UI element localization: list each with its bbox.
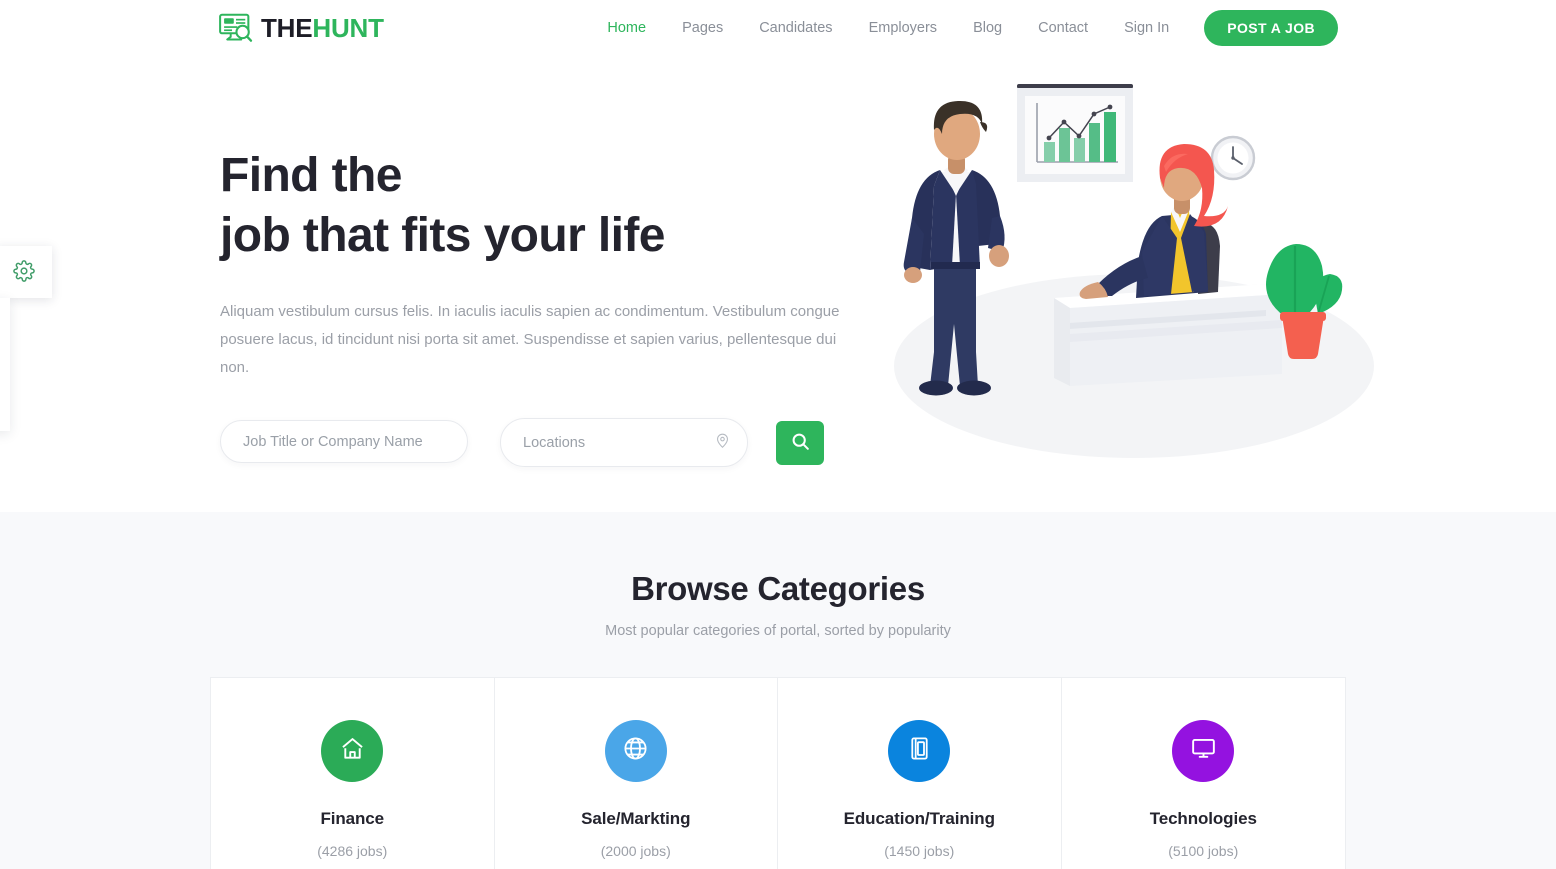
category-job-count: (4286 jobs) xyxy=(317,843,388,859)
job-title-field[interactable] xyxy=(220,420,468,464)
location-field[interactable] xyxy=(500,418,748,468)
gear-icon xyxy=(13,259,35,285)
page-root: THEHUNT Home Pages Candidates Employers … xyxy=(0,0,1556,869)
hero-content: Find the job that fits your life Aliquam… xyxy=(220,146,880,468)
job-search-form xyxy=(220,418,880,468)
globe-icon xyxy=(622,735,649,767)
hero-section: Find the job that fits your life Aliquam… xyxy=(0,56,1556,512)
main-navigation: Home Pages Candidates Employers Blog Con… xyxy=(589,10,1338,46)
nav-item-contact[interactable]: Contact xyxy=(1020,15,1106,42)
category-name: Technologies xyxy=(1149,809,1257,828)
hero-title: Find the job that fits your life xyxy=(220,146,880,266)
category-card-finance[interactable]: Finance (4286 jobs) xyxy=(211,678,495,869)
brand-logo[interactable]: THEHUNT xyxy=(218,13,384,43)
category-name: Sale/Markting xyxy=(581,809,691,828)
category-card-technologies[interactable]: Technologies (5100 jobs) xyxy=(1061,678,1345,869)
location-input[interactable] xyxy=(523,434,707,451)
job-title-input[interactable] xyxy=(243,433,445,450)
category-icon-circle xyxy=(888,720,951,782)
category-card-education-training[interactable]: Education/Training (1450 jobs) xyxy=(778,678,1062,869)
category-job-count: (1450 jobs) xyxy=(884,843,955,859)
hero-illustration xyxy=(886,66,1386,466)
search-submit-button[interactable] xyxy=(776,421,824,466)
header-container: THEHUNT Home Pages Candidates Employers … xyxy=(218,0,1338,56)
hero-title-line-1: Find the xyxy=(220,149,402,202)
category-job-count: (2000 jobs) xyxy=(600,843,671,859)
settings-toggle-button[interactable] xyxy=(0,246,52,298)
nav-item-home[interactable]: Home xyxy=(589,15,664,42)
categories-subtitle: Most popular categories of portal, sorte… xyxy=(605,623,951,639)
nav-item-pages[interactable]: Pages xyxy=(664,15,741,42)
settings-side-widget xyxy=(0,246,52,431)
job-search-logo-icon xyxy=(218,13,254,43)
brand-wordmark: THEHUNT xyxy=(261,15,384,41)
hero-description: Aliquam vestibulum cursus felis. In iacu… xyxy=(220,303,840,376)
category-icon-circle xyxy=(321,720,384,782)
hero-container: Find the job that fits your life Aliquam… xyxy=(218,56,1374,512)
category-icon-circle xyxy=(604,720,667,782)
book-icon xyxy=(906,735,933,767)
brand-text-hunt: HUNT xyxy=(312,13,384,43)
monitor-icon xyxy=(1190,735,1217,767)
category-name: Finance xyxy=(320,809,385,828)
browse-categories-section: Browse Categories Most popular categorie… xyxy=(0,512,1556,869)
category-icon-circle xyxy=(1172,720,1235,782)
categories-grid: Finance (4286 jobs) Sale/Markting (2000 … xyxy=(210,677,1346,869)
nav-item-employers[interactable]: Employers xyxy=(851,15,956,42)
category-job-count: (5100 jobs) xyxy=(1168,843,1239,859)
categories-container: Browse Categories Most popular categorie… xyxy=(210,512,1346,869)
brand-text-the: THE xyxy=(261,13,313,43)
category-card-sale-markting[interactable]: Sale/Markting (2000 jobs) xyxy=(494,678,778,869)
search-icon xyxy=(790,431,811,455)
map-pin-icon[interactable] xyxy=(714,432,731,454)
nav-item-sign-in[interactable]: Sign In xyxy=(1106,15,1187,42)
home-icon xyxy=(339,735,366,767)
categories-title: Browse Categories xyxy=(631,570,925,607)
nav-item-blog[interactable]: Blog xyxy=(955,15,1020,42)
settings-side-panel xyxy=(0,298,10,431)
category-name: Education/Training xyxy=(843,809,995,828)
nav-item-candidates[interactable]: Candidates xyxy=(741,15,850,42)
site-header: THEHUNT Home Pages Candidates Employers … xyxy=(0,0,1556,56)
hero-title-line-2: job that fits your life xyxy=(220,209,665,262)
post-a-job-button[interactable]: POST A JOB xyxy=(1204,10,1338,46)
